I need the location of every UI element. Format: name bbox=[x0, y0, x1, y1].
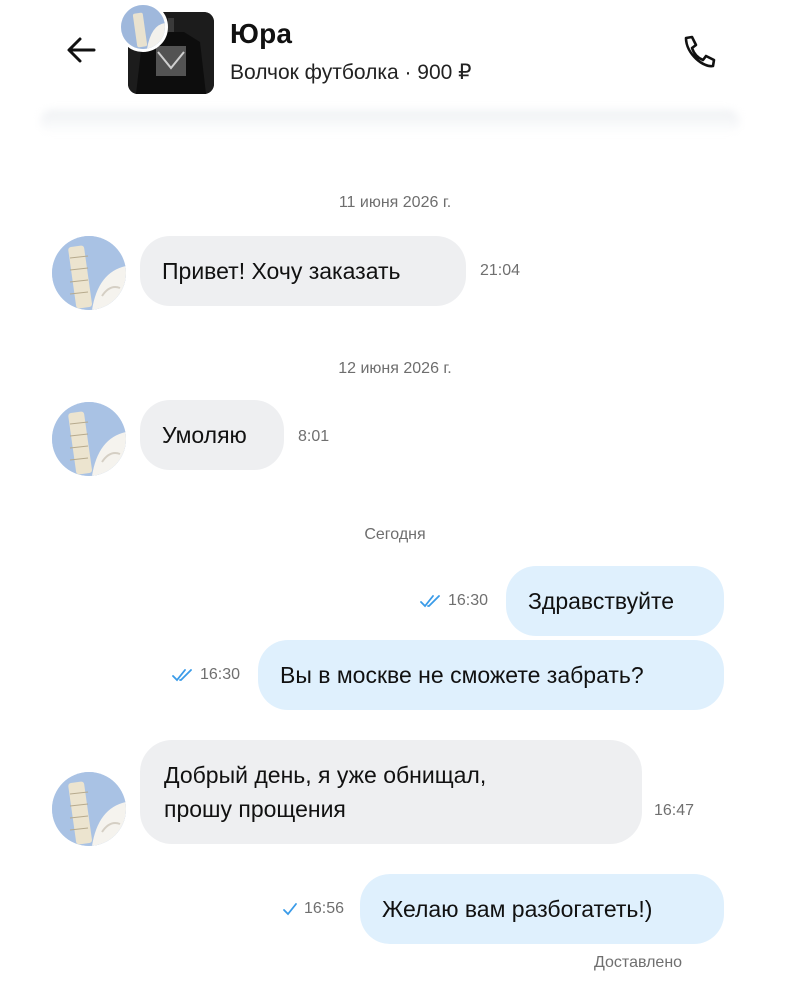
date-separator: 12 июня 2026 г. bbox=[338, 360, 452, 377]
message-time-with-status: 16:30 bbox=[420, 592, 488, 610]
header-shadow bbox=[40, 110, 740, 134]
sender-avatar[interactable] bbox=[52, 772, 126, 846]
message-text-line: прошу прощения bbox=[164, 796, 346, 822]
message-time: 8:01 bbox=[298, 428, 330, 445]
back-button[interactable] bbox=[62, 30, 102, 70]
arrow-left-icon bbox=[67, 37, 96, 63]
message-time: 21:04 bbox=[480, 262, 521, 279]
sender-avatar[interactable] bbox=[52, 402, 126, 476]
message-bubble-outgoing[interactable]: Здравствуйте bbox=[506, 566, 724, 636]
chat-header: Юра Волчок футболка · 900 ₽ bbox=[0, 0, 790, 120]
contact-name[interactable]: Юра bbox=[230, 18, 292, 50]
phone-icon bbox=[684, 35, 716, 68]
message-text: Вы в москве не сможете забрать? bbox=[280, 662, 644, 688]
message-bubble-incoming[interactable]: Привет! Хочу заказать bbox=[140, 236, 466, 306]
message-text: Умоляю bbox=[162, 422, 247, 448]
delivery-status: Доставлено bbox=[594, 954, 683, 971]
message-text: Желаю вам разбогатеть!) bbox=[382, 896, 653, 922]
message-bubble-outgoing[interactable]: Желаю вам разбогатеть!) bbox=[360, 874, 724, 944]
message-text: Привет! Хочу заказать bbox=[162, 258, 401, 284]
double-check-icon bbox=[420, 594, 440, 608]
product-title-price[interactable]: Волчок футболка · 900 ₽ bbox=[230, 60, 472, 85]
sender-avatar[interactable] bbox=[52, 236, 126, 310]
message-text: Здравствуйте bbox=[528, 588, 675, 614]
message-text-line: Добрый день, я уже обнищал, bbox=[164, 762, 487, 788]
message-time: 16:47 bbox=[654, 802, 695, 819]
date-separator: Сегодня bbox=[364, 526, 426, 543]
message-bubble-incoming[interactable]: Умоляю bbox=[140, 400, 284, 470]
single-check-icon bbox=[283, 902, 297, 916]
date-separator: 11 июня 2026 г. bbox=[338, 194, 452, 211]
contact-avatar-small bbox=[118, 2, 168, 52]
message-bubble-outgoing[interactable]: Вы в москве не сможете забрать? bbox=[258, 640, 724, 710]
call-button[interactable] bbox=[676, 30, 720, 74]
message-time-with-status: 16:30 bbox=[172, 666, 240, 684]
message-bubble-incoming[interactable]: Добрый день, я уже обнищал, прошу прощен… bbox=[140, 740, 642, 844]
message-time-with-status: 16:56 bbox=[282, 900, 344, 918]
double-check-icon bbox=[172, 668, 192, 682]
